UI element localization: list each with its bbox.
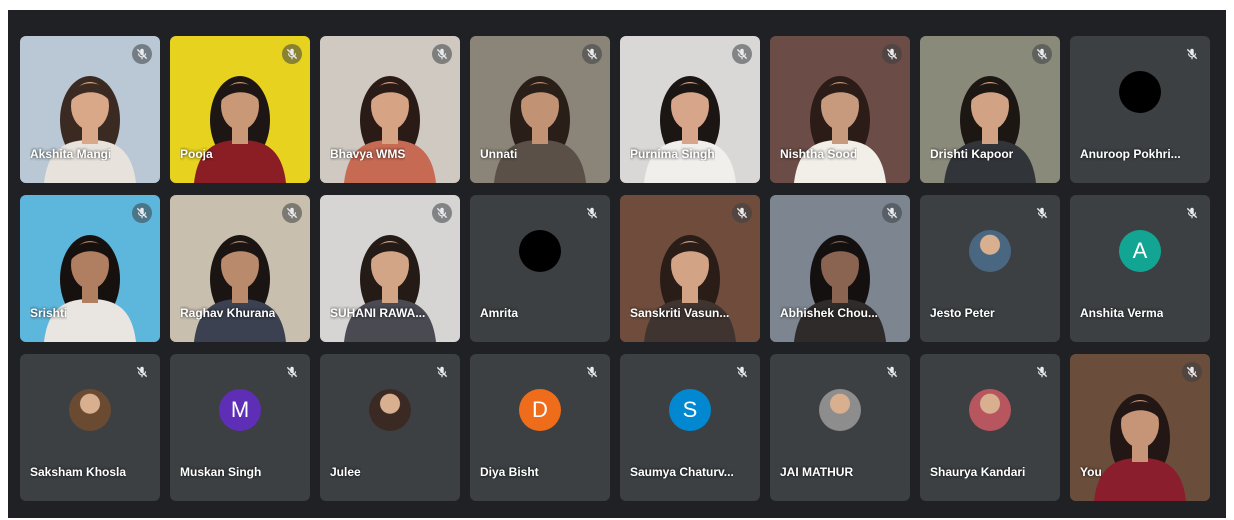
avatar-initial: S — [669, 389, 711, 431]
participant-tile[interactable]: Srishti — [20, 195, 160, 342]
microphone-off-icon — [732, 44, 752, 64]
participant-name: Bhavya WMS — [330, 147, 406, 161]
participant-grid: Akshita Mangi Pooja Bhavya WMS Unnati Purnim… — [20, 36, 1210, 501]
microphone-off-icon — [1182, 362, 1202, 382]
participant-tile[interactable]: You — [1070, 354, 1210, 501]
microphone-off-icon — [732, 362, 752, 382]
microphone-off-icon — [882, 362, 902, 382]
participant-name: Anshita Verma — [1080, 306, 1164, 320]
microphone-off-icon — [132, 203, 152, 223]
participant-tile[interactable]: Unnati — [470, 36, 610, 183]
microphone-off-icon — [132, 362, 152, 382]
microphone-off-icon — [1182, 44, 1202, 64]
avatar — [369, 389, 411, 431]
microphone-off-icon — [282, 362, 302, 382]
microphone-off-icon — [282, 203, 302, 223]
microphone-off-icon — [582, 44, 602, 64]
participant-name: Drishti Kapoor — [930, 147, 1014, 161]
participant-tile[interactable]: Drishti Kapoor — [920, 36, 1060, 183]
microphone-off-icon — [132, 44, 152, 64]
participant-name: Amrita — [480, 306, 519, 320]
participant-name: Purnima Singh — [630, 147, 715, 161]
participant-tile[interactable]: Abhishek Chou... — [770, 195, 910, 342]
participant-tile[interactable]: Saksham Khosla — [20, 354, 160, 501]
avatar — [969, 230, 1011, 272]
avatar-initial: D — [519, 389, 561, 431]
participant-tile[interactable]: Bhavya WMS — [320, 36, 460, 183]
microphone-off-icon — [1032, 203, 1052, 223]
microphone-off-icon — [582, 203, 602, 223]
microphone-off-icon — [882, 44, 902, 64]
participant-name: Akshita Mangi — [30, 147, 112, 161]
participant-name: Pooja — [180, 147, 213, 161]
microphone-off-icon — [1032, 44, 1052, 64]
participant-name: You — [1080, 465, 1102, 479]
participant-tile[interactable]: Pooja — [170, 36, 310, 183]
participant-tile[interactable]: Julee — [320, 354, 460, 501]
avatar-initial: A — [1119, 230, 1161, 272]
participant-tile[interactable]: D Diya Bisht — [470, 354, 610, 501]
avatar — [519, 230, 561, 272]
avatar-initial: M — [219, 389, 261, 431]
participant-tile[interactable]: M Muskan Singh — [170, 354, 310, 501]
participant-name: Shaurya Kandari — [930, 465, 1026, 479]
participant-name: Jesto Peter — [930, 306, 995, 320]
participant-name: Saksham Khosla — [30, 465, 127, 479]
participant-name: Nishtha Sood — [780, 147, 858, 161]
microphone-off-icon — [732, 203, 752, 223]
microphone-off-icon — [282, 44, 302, 64]
participant-name: Anuroop Pokhri... — [1080, 147, 1181, 161]
participant-name: JAI MATHUR — [780, 465, 854, 479]
participant-name: Raghav Khurana — [180, 306, 276, 320]
microphone-off-icon — [432, 203, 452, 223]
participant-tile[interactable]: S Saumya Chaturv... — [620, 354, 760, 501]
avatar — [969, 389, 1011, 431]
participant-tile[interactable]: Raghav Khurana — [170, 195, 310, 342]
participant-tile[interactable]: JAI MATHUR — [770, 354, 910, 501]
participant-tile[interactable]: Anuroop Pokhri... — [1070, 36, 1210, 183]
participant-name: Abhishek Chou... — [780, 306, 879, 320]
avatar — [69, 389, 111, 431]
participant-tile[interactable]: A Anshita Verma — [1070, 195, 1210, 342]
participant-name: Srishti — [30, 306, 68, 320]
participant-tile[interactable]: Purnima Singh — [620, 36, 760, 183]
microphone-off-icon — [432, 44, 452, 64]
microphone-off-icon — [582, 362, 602, 382]
participant-name: Saumya Chaturv... — [630, 465, 734, 479]
participant-name: Diya Bisht — [480, 465, 539, 479]
microphone-off-icon — [1182, 203, 1202, 223]
meeting-stage: Akshita Mangi Pooja Bhavya WMS Unnati Purnim… — [8, 10, 1226, 518]
participant-name: SUHANI RAWA... — [330, 306, 426, 320]
participant-tile[interactable]: SUHANI RAWA... — [320, 195, 460, 342]
avatar — [819, 389, 861, 431]
participant-tile[interactable]: Nishtha Sood — [770, 36, 910, 183]
participant-tile[interactable]: Shaurya Kandari — [920, 354, 1060, 501]
participant-tile[interactable]: Akshita Mangi — [20, 36, 160, 183]
participant-name: Unnati — [480, 147, 518, 161]
microphone-off-icon — [432, 362, 452, 382]
avatar — [1119, 71, 1161, 113]
participant-tile[interactable]: Amrita — [470, 195, 610, 342]
participant-name: Julee — [330, 465, 361, 479]
participant-name: Sanskriti Vasun... — [630, 306, 730, 320]
participant-name: Muskan Singh — [180, 465, 262, 479]
microphone-off-icon — [1032, 362, 1052, 382]
participant-tile[interactable]: Sanskriti Vasun... — [620, 195, 760, 342]
participant-tile[interactable]: Jesto Peter — [920, 195, 1060, 342]
microphone-off-icon — [882, 203, 902, 223]
